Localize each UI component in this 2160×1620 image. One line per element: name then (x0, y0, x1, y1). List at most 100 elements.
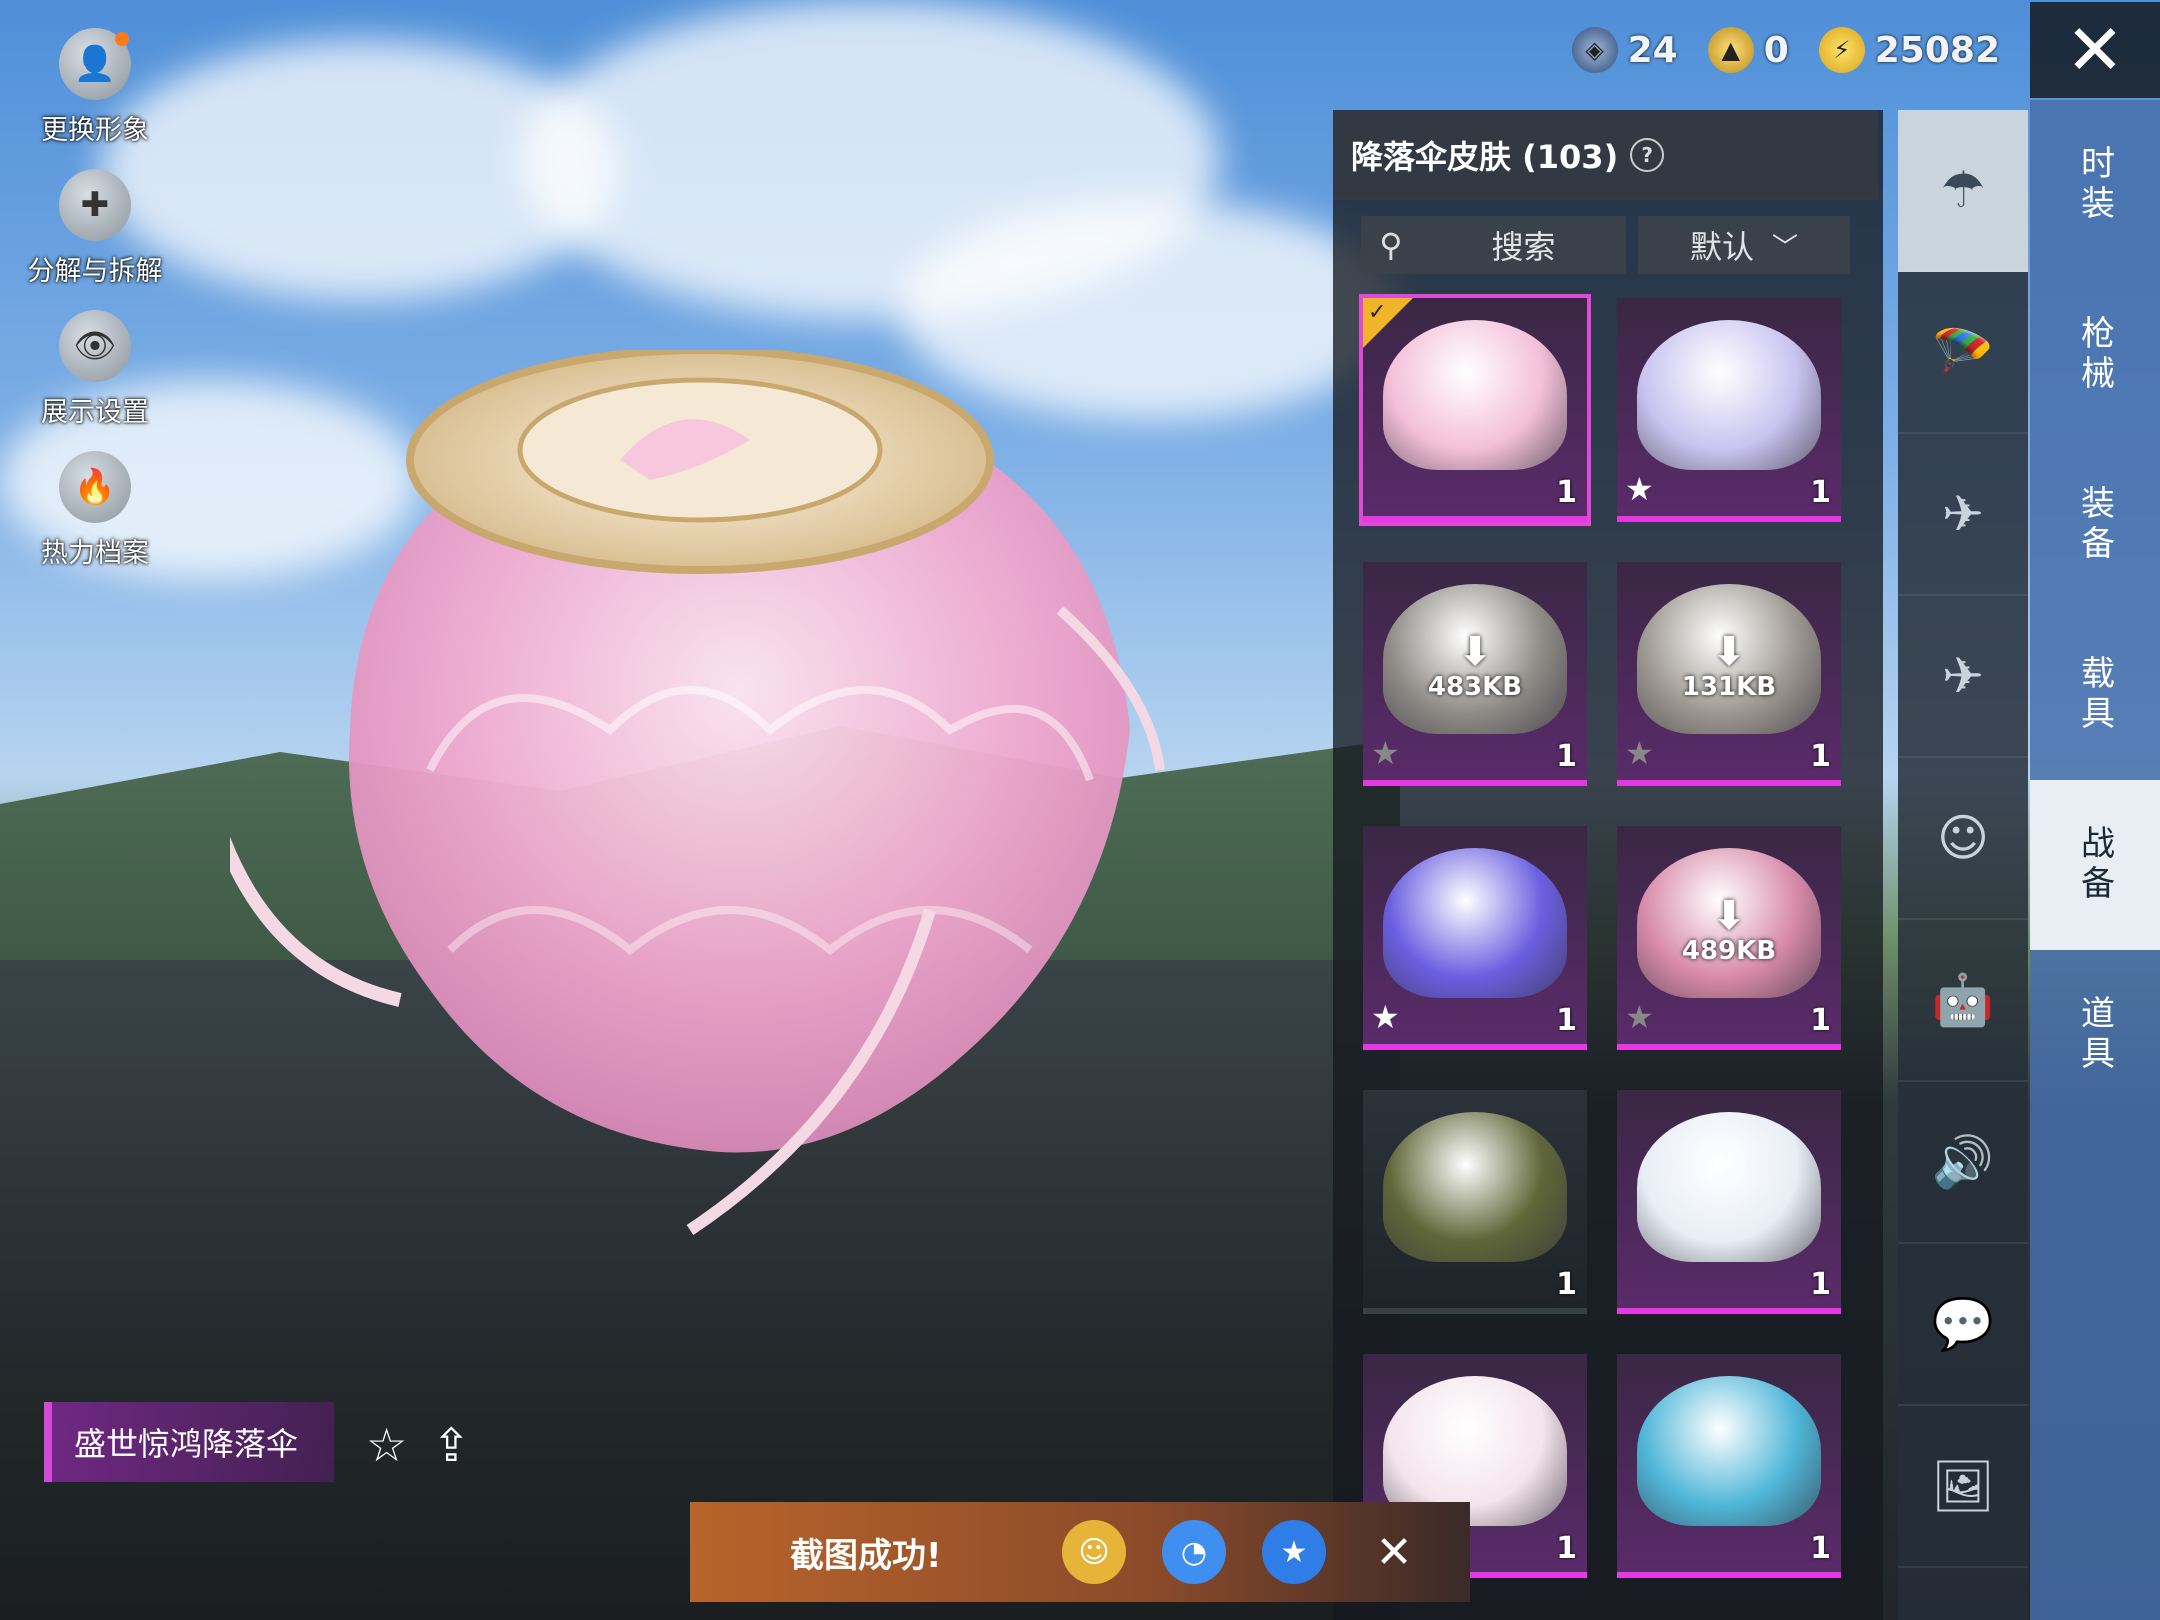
item-slot[interactable]: ⬇ 489KB ★ 1 (1617, 826, 1841, 1050)
item-slot[interactable]: 1 (1617, 1090, 1841, 1314)
heat-profile-button[interactable]: 🔥 热力档案 (20, 451, 170, 570)
search-label: 搜索 (1491, 228, 1556, 266)
tab-drone[interactable]: ✈ (1898, 434, 2028, 596)
panel-header: 降落伞皮肤 (103) ? (1333, 110, 1878, 200)
favorite-star-icon[interactable]: ★ (1625, 734, 1654, 772)
category-tactical[interactable]: 战备 (2030, 780, 2160, 950)
favorite-star-icon[interactable]: ★ (1625, 998, 1654, 1036)
tab-robot[interactable]: 🤖 (1898, 920, 2028, 1082)
subcategory-tabs: ☂ 🪂 ✈ ✈ ☺ 🤖 🔊 💬 🖼 (1898, 110, 2028, 1620)
display-settings-button[interactable]: 👁 展示设置 (20, 310, 170, 429)
favorite-star-icon[interactable]: ★ (1625, 470, 1654, 508)
notification-dot (115, 32, 129, 46)
tab-skydive[interactable]: 🪂 (1898, 272, 2028, 434)
close-button[interactable]: ✕ (2030, 2, 2160, 98)
tab-gallery[interactable]: 🖼 (1898, 1406, 2028, 1568)
item-name-banner: 盛世惊鸿降落伞 (44, 1402, 334, 1482)
tab-plane[interactable]: ✈ (1898, 596, 2028, 758)
currency-value: 25082 (1874, 29, 2000, 71)
tab-sound[interactable]: 🔊 (1898, 1082, 2028, 1244)
download-indicator: ⬇ 489KB (1617, 896, 1841, 966)
gold-coin-icon: ▲ (1707, 27, 1754, 73)
item-slot[interactable]: ★ 1 (1617, 298, 1841, 522)
item-name: 盛世惊鸿降落伞 (74, 1425, 299, 1463)
gallery-icon: 🖼 (1931, 1456, 1995, 1515)
share-friends-button[interactable]: ☺ (1062, 1520, 1126, 1584)
item-count: 1 (1556, 1003, 1577, 1038)
share-qq-button[interactable]: ◔ (1162, 1520, 1226, 1584)
item-count: 1 (1556, 1531, 1577, 1566)
emote-icon: ☺ (1936, 809, 1990, 867)
download-indicator: ⬇ 483KB (1363, 632, 1587, 702)
search-button[interactable]: ⚲ 搜索 (1361, 216, 1626, 274)
menu-label: 展示设置 (41, 397, 149, 428)
eye-icon: 👁 (59, 310, 131, 382)
left-menu: 👤 更换形象 ✚ 分解与拆解 👁 展示设置 🔥 热力档案 (20, 28, 170, 592)
inventory-panel: 降落伞皮肤 (103) ? ⚲ 搜索 默认 ﹀ ✓ 1 ★ 1 ⬇ 483KB ★ 1 ⬇ 131… (1333, 110, 1883, 1620)
plane-icon: ✈ (1942, 647, 1984, 705)
item-count: 1 (1810, 475, 1831, 510)
tab-emote[interactable]: ☺ (1898, 758, 2028, 920)
puzzle-icon: ✚ (59, 169, 131, 241)
chat-icon: 💬 (1931, 1294, 1995, 1353)
favorite-star-icon[interactable]: ★ (1371, 734, 1400, 772)
parachute-thumbnail (1637, 320, 1821, 470)
avatar-icon: 👤 (59, 28, 131, 100)
favorite-star-icon[interactable]: ★ (1371, 998, 1400, 1036)
menu-label: 热力档案 (41, 538, 149, 569)
currency-bar: ◈ 24 ▲ 0 ⚡ 25082 ✕ (1571, 0, 2160, 100)
category-items[interactable]: 道具 (2030, 950, 2160, 1120)
screenshot-toast: 截图成功! ☺ ◔ ★ ✕ (690, 1502, 1470, 1602)
download-icon: ⬇ (1712, 629, 1746, 675)
tab-chat[interactable]: 💬 (1898, 1244, 2028, 1406)
share-icon: ⇪ (432, 1418, 471, 1472)
share-qzone-button[interactable]: ★ (1262, 1520, 1326, 1584)
currency-blue: ◈ 24 (1571, 27, 1678, 73)
download-size: 483KB (1427, 672, 1523, 702)
item-count: 1 (1556, 1267, 1577, 1302)
item-slot[interactable]: 1 (1617, 1354, 1841, 1578)
category-weapons[interactable]: 枪械 (2030, 270, 2160, 440)
download-icon: ⬇ (1458, 629, 1492, 675)
share-button[interactable]: ⇪ (432, 1418, 471, 1472)
category-label: 装备 (2074, 485, 2115, 565)
category-fashion[interactable]: 时装 (2030, 100, 2160, 270)
parachute-thumbnail (1637, 1376, 1821, 1526)
friends-icon: ☺ (1078, 1534, 1110, 1570)
category-vehicles[interactable]: 载具 (2030, 610, 2160, 780)
bolt-coin-icon: ⚡ (1818, 27, 1865, 73)
item-slot[interactable]: ★ 1 (1363, 826, 1587, 1050)
category-tabs: 时装 枪械 装备 载具 战备 道具 (2030, 100, 2160, 1620)
change-avatar-button[interactable]: 👤 更换形象 (20, 28, 170, 147)
panel-title: 降落伞皮肤 (103) (1351, 138, 1619, 176)
toast-close-button[interactable]: ✕ (1362, 1520, 1426, 1584)
star-outline-icon: ☆ (366, 1418, 408, 1472)
download-size: 131KB (1681, 672, 1777, 702)
qzone-icon: ★ (1280, 1534, 1308, 1570)
currency-value: 24 (1627, 29, 1678, 71)
item-count: 1 (1810, 1531, 1831, 1566)
blue-coin-icon: ◈ (1571, 27, 1618, 73)
item-count: 1 (1810, 1267, 1831, 1302)
tab-parachute[interactable]: ☂ (1898, 110, 2028, 272)
parachute-preview[interactable] (230, 350, 1280, 1250)
download-icon: ⬇ (1712, 893, 1746, 939)
category-label: 枪械 (2074, 315, 2115, 395)
decompose-button[interactable]: ✚ 分解与拆解 (20, 169, 170, 288)
currency-bolt: ⚡ 25082 (1818, 27, 2000, 73)
item-slot[interactable]: ✓ 1 (1359, 294, 1591, 526)
category-equipment[interactable]: 装备 (2030, 440, 2160, 610)
item-slot[interactable]: ⬇ 483KB ★ 1 (1363, 562, 1587, 786)
close-icon: ✕ (1375, 1526, 1413, 1578)
close-icon: ✕ (2065, 9, 2125, 91)
help-icon[interactable]: ? (1630, 138, 1665, 172)
item-slot[interactable]: ⬇ 131KB ★ 1 (1617, 562, 1841, 786)
item-slot[interactable]: 1 (1363, 1090, 1587, 1314)
category-label: 时装 (2074, 145, 2115, 225)
search-icon: ⚲ (1379, 226, 1403, 264)
sort-dropdown[interactable]: 默认 ﹀ (1638, 216, 1850, 274)
favorite-button[interactable]: ☆ (366, 1418, 407, 1472)
item-count: 1 (1556, 475, 1577, 510)
parachute-thumbnail (1383, 848, 1567, 998)
download-size: 489KB (1681, 936, 1777, 966)
